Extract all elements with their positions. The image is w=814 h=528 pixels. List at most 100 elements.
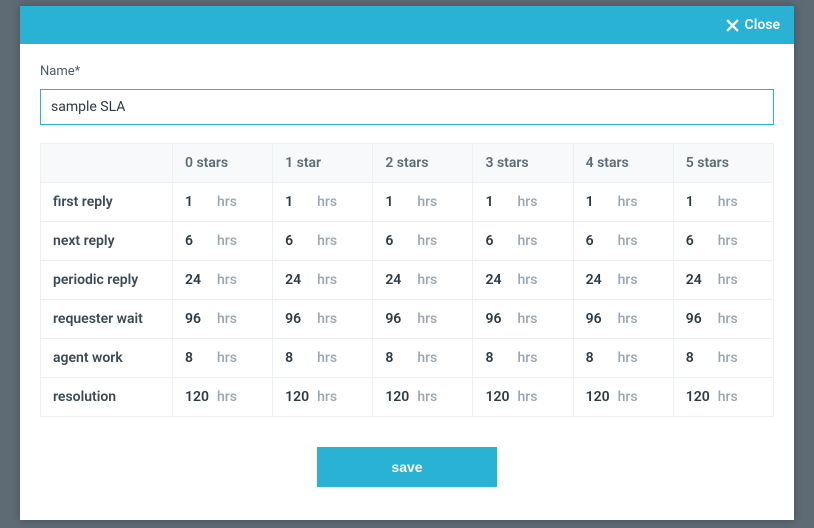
value-cell[interactable]: 96hrs (573, 300, 673, 339)
cell-unit: hrs (718, 233, 738, 249)
name-label: Name* (40, 64, 774, 79)
value-cell[interactable]: 8hrs (273, 339, 373, 378)
value-cell[interactable]: 96hrs (373, 300, 473, 339)
cell-unit: hrs (417, 350, 437, 366)
col-header: 3 stars (473, 144, 573, 183)
value-cell[interactable]: 96hrs (173, 300, 273, 339)
value-cell[interactable]: 24hrs (573, 261, 673, 300)
value-cell[interactable]: 6hrs (673, 222, 773, 261)
col-header: 1 star (273, 144, 373, 183)
value-cell[interactable]: 120hrs (173, 378, 273, 417)
cell-value: 24 (185, 272, 213, 288)
value-cell[interactable]: 6hrs (373, 222, 473, 261)
cell-unit: hrs (417, 272, 437, 288)
value-cell[interactable]: 1hrs (473, 183, 573, 222)
value-cell[interactable]: 96hrs (273, 300, 373, 339)
col-header-blank (41, 144, 173, 183)
cell-unit: hrs (718, 272, 738, 288)
value-cell[interactable]: 120hrs (673, 378, 773, 417)
cell-unit: hrs (317, 350, 337, 366)
cell-value: 120 (485, 389, 513, 405)
value-cell[interactable]: 1hrs (373, 183, 473, 222)
table-row: resolution120hrs120hrs120hrs120hrs120hrs… (41, 378, 774, 417)
row-label: next reply (41, 222, 173, 261)
cell-value: 6 (586, 233, 614, 249)
value-cell[interactable]: 8hrs (473, 339, 573, 378)
cell-unit: hrs (217, 272, 237, 288)
close-button[interactable]: Close (726, 17, 780, 33)
cell-unit: hrs (618, 233, 638, 249)
cell-value: 6 (686, 233, 714, 249)
cell-unit: hrs (618, 389, 638, 405)
value-cell[interactable]: 6hrs (473, 222, 573, 261)
cell-unit: hrs (517, 389, 537, 405)
cell-value: 6 (385, 233, 413, 249)
cell-value: 96 (686, 311, 714, 327)
close-icon (726, 19, 739, 32)
value-cell[interactable]: 8hrs (573, 339, 673, 378)
value-cell[interactable]: 24hrs (373, 261, 473, 300)
value-cell[interactable]: 120hrs (373, 378, 473, 417)
cell-value: 6 (485, 233, 513, 249)
cell-value: 1 (586, 194, 614, 210)
cell-value: 120 (385, 389, 413, 405)
value-cell[interactable]: 96hrs (673, 300, 773, 339)
col-header: 5 stars (673, 144, 773, 183)
cell-value: 120 (586, 389, 614, 405)
cell-unit: hrs (217, 389, 237, 405)
cell-value: 1 (686, 194, 714, 210)
cell-value: 8 (385, 350, 413, 366)
cell-value: 24 (285, 272, 313, 288)
cell-unit: hrs (317, 389, 337, 405)
value-cell[interactable]: 1hrs (673, 183, 773, 222)
save-button[interactable]: save (317, 447, 497, 487)
value-cell[interactable]: 24hrs (173, 261, 273, 300)
cell-value: 120 (285, 389, 313, 405)
value-cell[interactable]: 120hrs (573, 378, 673, 417)
row-label: resolution (41, 378, 173, 417)
modal-header: Close (20, 6, 794, 44)
cell-unit: hrs (317, 272, 337, 288)
value-cell[interactable]: 120hrs (273, 378, 373, 417)
value-cell[interactable]: 6hrs (173, 222, 273, 261)
cell-unit: hrs (217, 350, 237, 366)
value-cell[interactable]: 24hrs (673, 261, 773, 300)
cell-unit: hrs (517, 233, 537, 249)
value-cell[interactable]: 24hrs (273, 261, 373, 300)
cell-value: 24 (385, 272, 413, 288)
value-cell[interactable]: 1hrs (573, 183, 673, 222)
cell-value: 8 (485, 350, 513, 366)
cell-unit: hrs (517, 350, 537, 366)
table-header-row: 0 stars 1 star 2 stars 3 stars 4 stars 5… (41, 144, 774, 183)
value-cell[interactable]: 8hrs (173, 339, 273, 378)
value-cell[interactable]: 1hrs (173, 183, 273, 222)
cell-unit: hrs (718, 194, 738, 210)
value-cell[interactable]: 120hrs (473, 378, 573, 417)
cell-value: 96 (385, 311, 413, 327)
cell-unit: hrs (317, 311, 337, 327)
value-cell[interactable]: 24hrs (473, 261, 573, 300)
cell-unit: hrs (217, 233, 237, 249)
sla-table: 0 stars 1 star 2 stars 3 stars 4 stars 5… (40, 143, 774, 417)
cell-value: 96 (485, 311, 513, 327)
cell-unit: hrs (618, 272, 638, 288)
value-cell[interactable]: 8hrs (673, 339, 773, 378)
value-cell[interactable]: 1hrs (273, 183, 373, 222)
cell-value: 1 (385, 194, 413, 210)
value-cell[interactable]: 6hrs (573, 222, 673, 261)
cell-value: 24 (686, 272, 714, 288)
value-cell[interactable]: 6hrs (273, 222, 373, 261)
cell-unit: hrs (517, 311, 537, 327)
cell-value: 1 (485, 194, 513, 210)
save-row: save (40, 447, 774, 487)
row-label: requester wait (41, 300, 173, 339)
cell-unit: hrs (618, 311, 638, 327)
value-cell[interactable]: 8hrs (373, 339, 473, 378)
col-header: 2 stars (373, 144, 473, 183)
col-header: 0 stars (173, 144, 273, 183)
value-cell[interactable]: 96hrs (473, 300, 573, 339)
cell-unit: hrs (417, 311, 437, 327)
cell-unit: hrs (417, 233, 437, 249)
name-input[interactable] (40, 89, 774, 125)
cell-unit: hrs (317, 194, 337, 210)
